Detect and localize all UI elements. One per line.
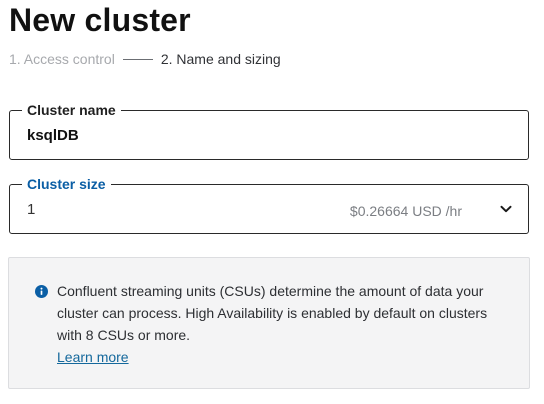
new-cluster-page: New cluster 1. Access control 2. Name an… <box>0 0 544 404</box>
cluster-name-input[interactable]: ksqlDB <box>27 126 79 146</box>
step-access-control[interactable]: 1. Access control <box>9 51 115 67</box>
chevron-down-icon[interactable] <box>499 202 513 216</box>
cluster-size-select[interactable]: Cluster size 1 $0.26664 USD /hr <box>9 175 529 234</box>
info-text-block: Confluent streaming units (CSUs) determi… <box>57 280 497 368</box>
page-title: New cluster <box>9 2 191 38</box>
cluster-name-field[interactable]: Cluster name ksqlDB <box>9 101 529 160</box>
info-icon <box>35 285 48 298</box>
info-description: Confluent streaming units (CSUs) determi… <box>57 283 488 343</box>
stepper: 1. Access control 2. Name and sizing <box>9 51 281 67</box>
step-connector <box>122 58 153 60</box>
step-name-and-sizing: 2. Name and sizing <box>160 51 281 67</box>
learn-more-link[interactable]: Learn more <box>57 346 129 368</box>
cluster-name-label: Cluster name <box>22 101 121 119</box>
cluster-size-label: Cluster size <box>22 175 111 193</box>
cluster-size-price: $0.26664 USD /hr <box>349 203 462 219</box>
cluster-size-value[interactable]: 1 <box>27 200 35 220</box>
info-callout: Confluent streaming units (CSUs) determi… <box>8 257 530 389</box>
